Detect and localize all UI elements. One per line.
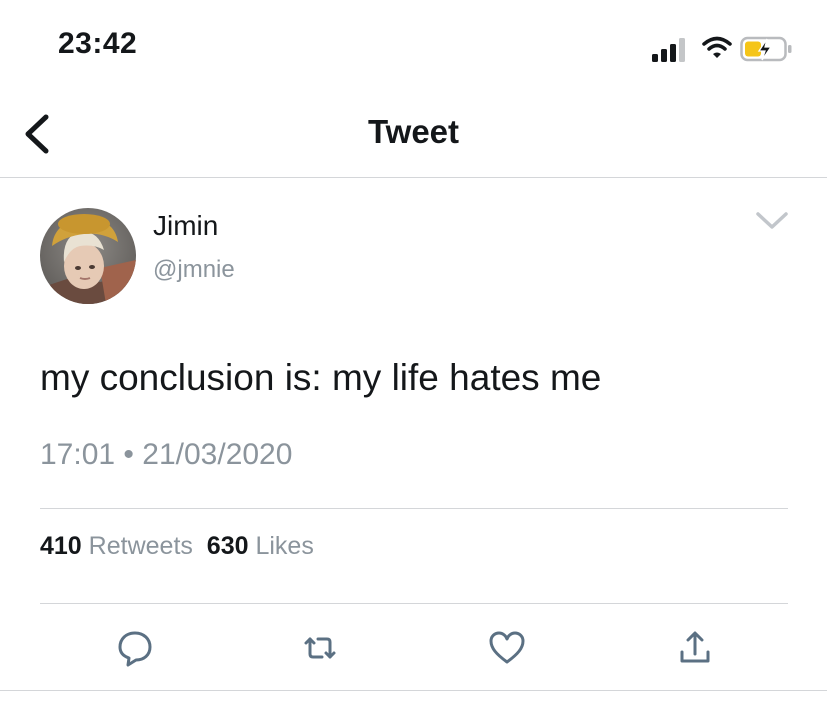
timestamp-separator: • — [123, 438, 134, 471]
likes-label: Likes — [255, 532, 314, 560]
divider — [40, 508, 788, 509]
divider — [40, 603, 788, 604]
author-handle[interactable]: @jmnie — [153, 256, 235, 284]
status-bar-time: 23:42 — [58, 27, 138, 60]
cellular-signal-icon — [652, 38, 685, 62]
chevron-down-icon[interactable] — [755, 210, 789, 232]
share-icon[interactable] — [675, 628, 715, 668]
tweet-date: 21/03/2020 — [142, 438, 293, 471]
tweet-time: 17:01 — [40, 438, 116, 471]
retweets-count: 410 — [40, 532, 82, 560]
retweet-icon[interactable] — [300, 628, 340, 668]
retweets-stat[interactable]: 410 Retweets — [40, 532, 193, 560]
bottom-divider — [0, 690, 827, 691]
likes-count: 630 — [206, 532, 249, 560]
tweet-text: my conclusion is: my life hates me — [40, 357, 602, 398]
page-title: Tweet — [367, 113, 460, 150]
nav-divider — [0, 177, 827, 178]
tweet-stats: 410 Retweets 630 Likes — [40, 532, 314, 561]
author-name[interactable]: Jimin — [153, 210, 218, 242]
reply-icon[interactable] — [115, 628, 155, 668]
battery-charging-icon — [740, 36, 792, 62]
tweet-timestamp: 17:01 • 21/03/2020 — [40, 438, 292, 472]
avatar-image — [40, 208, 136, 304]
like-icon[interactable] — [487, 628, 527, 668]
avatar[interactable] — [40, 208, 136, 304]
wifi-icon — [702, 36, 732, 58]
retweets-label: Retweets — [88, 532, 193, 560]
likes-stat[interactable]: 630 Likes — [207, 532, 314, 560]
